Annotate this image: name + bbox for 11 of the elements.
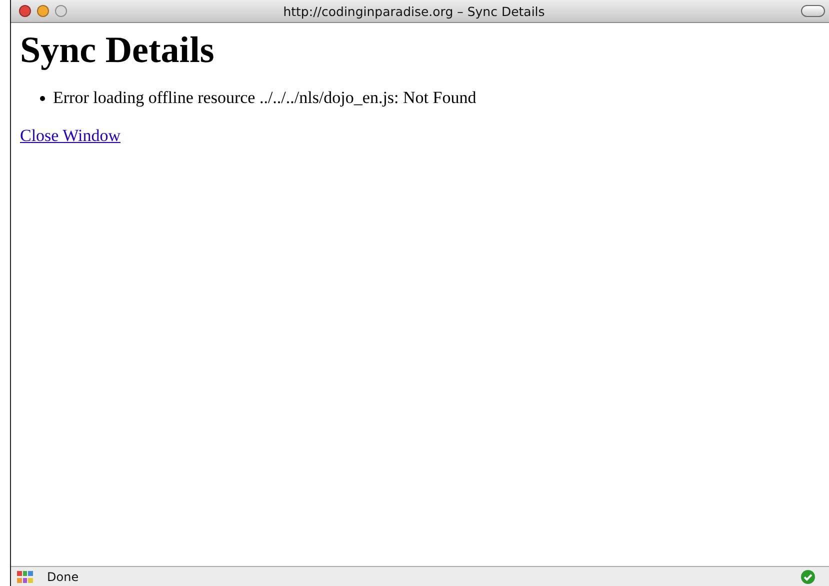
- error-message: Error loading offline resource ../../../nls/dojo_en.js: Not Found: [53, 88, 476, 108]
- page-heading: Sync Details: [20, 29, 216, 72]
- toolbar-toggle-button[interactable]: [801, 5, 825, 17]
- zoom-button[interactable]: [55, 5, 67, 17]
- minimize-button[interactable]: [37, 5, 49, 17]
- close-window-link[interactable]: Close Window: [20, 126, 121, 145]
- close-button[interactable]: [19, 5, 31, 17]
- status-text: Done: [47, 570, 80, 584]
- bullet-icon: [40, 96, 45, 100]
- window-title: http://codinginparadise.org – Sync Details: [282, 4, 546, 18]
- grid-icon: [17, 570, 33, 582]
